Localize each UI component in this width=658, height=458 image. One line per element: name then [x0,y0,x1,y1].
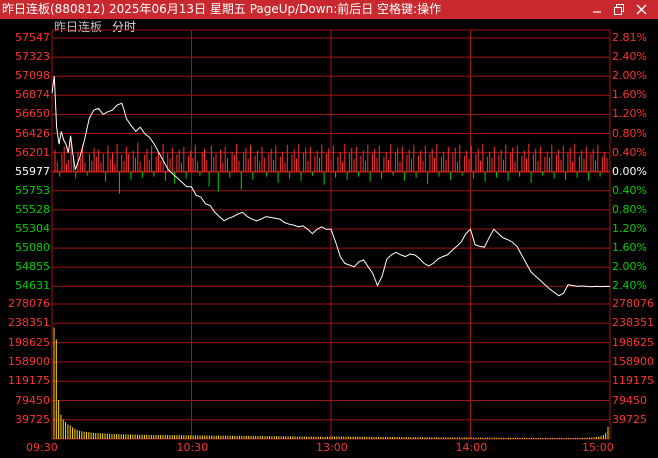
pct-tick-label: 1.60% [612,241,647,255]
volume-tick-label: 79450 [15,393,50,407]
volume-tick-label: 238351 [8,316,50,330]
pct-tick-label: 1.20% [612,222,647,235]
volume-tick-label: 158900 [8,354,50,368]
price-tick-label: 55977 [15,164,50,178]
intraday-chart[interactable] [0,0,658,458]
volume-tick-label: 39725 [15,412,50,426]
price-tick-label: 57098 [15,69,50,83]
pct-tick-label: 0.80% [612,126,647,140]
volume-tick-label: 278076 [612,297,654,310]
pct-tick-label: 2.00% [612,69,647,83]
price-tick-label: 55528 [15,202,50,216]
volume-tick-label: 238351 [612,316,654,330]
pct-tick-label: 0.80% [612,202,647,216]
volume-tick-label: 198625 [8,335,50,349]
time-tick-label: 14:00 [455,441,488,454]
volume-tick-label: 158900 [612,354,654,368]
price-tick-label: 55753 [15,183,50,197]
volume-tick-label: 198625 [612,335,654,349]
price-tick-label: 56650 [15,107,50,121]
price-tick-label: 55304 [15,222,50,235]
pct-tick-label: 0.40% [612,145,647,159]
price-tick-label: 57547 [15,31,50,44]
time-tick-label: 13:00 [316,441,348,454]
pct-tick-label: 0.40% [612,183,647,197]
volume-tick-label: 79450 [612,393,647,407]
price-tick-label: 56874 [15,88,50,102]
price-tick-label: 57323 [15,50,50,64]
pct-tick-label: 2.40% [612,50,647,64]
price-tick-label: 55080 [15,241,50,255]
pct-tick-label: 1.60% [612,88,647,102]
time-tick-label: 10:30 [176,441,209,454]
price-tick-label: 56201 [15,145,50,159]
volume-tick-label: 278076 [8,297,50,310]
pct-tick-label: 1.20% [612,107,647,121]
volume-tick-label: 39725 [612,412,647,426]
time-tick-label: 15:00 [582,441,614,454]
price-tick-label: 56426 [15,126,50,140]
pct-tick-label: 2.81% [612,31,647,44]
price-tick-label: 54631 [15,279,50,293]
pct-tick-label: 2.00% [612,260,647,274]
time-tick-label: 09:30 [26,441,58,454]
volume-tick-label: 119175 [8,374,50,388]
pct-tick-label: 2.40% [612,279,647,293]
volume-tick-label: 119175 [612,374,654,388]
pct-tick-label: 0.00% [612,164,647,178]
price-tick-label: 54855 [15,260,50,274]
